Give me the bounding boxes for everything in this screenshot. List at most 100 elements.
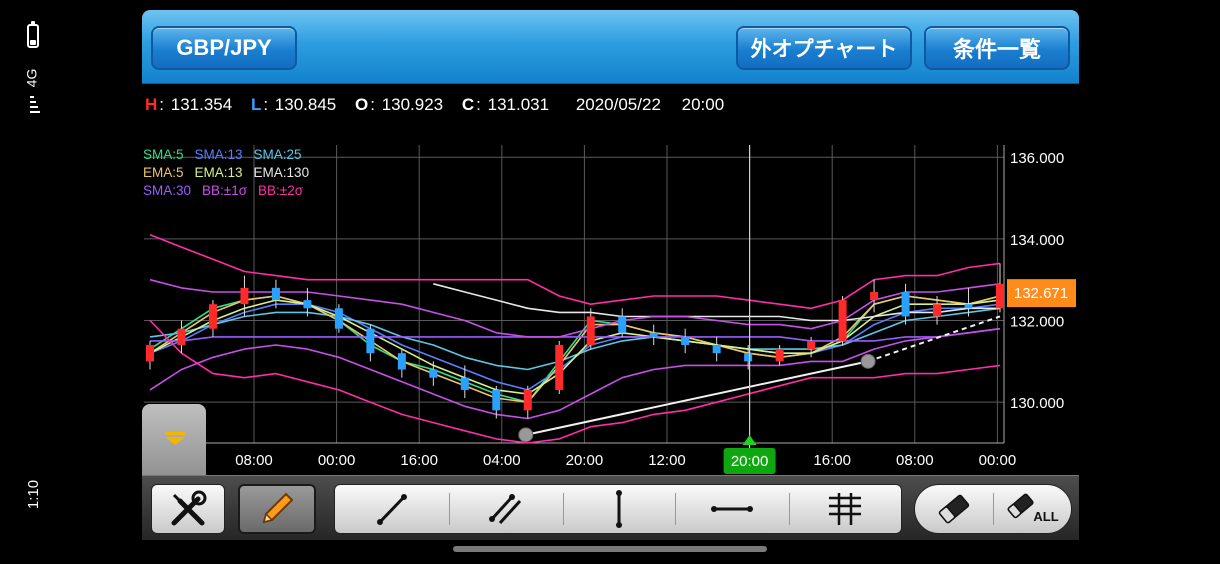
candle-body [240, 287, 249, 305]
fibonacci-icon [829, 493, 861, 525]
y-tick-label: 136.000 [1010, 150, 1064, 167]
candle-body [208, 304, 217, 329]
bar-date: 2020/05/22 [575, 95, 661, 114]
candle-body [271, 287, 280, 301]
y-tick-label: 134.000 [1010, 232, 1064, 249]
pencil-icon [262, 492, 294, 524]
tools-button[interactable] [151, 484, 225, 534]
x-tick-label: 08:00 [235, 452, 273, 469]
horizontal-line-button[interactable] [675, 485, 789, 533]
low-value: 130.845 [274, 95, 337, 114]
candle-body [523, 389, 532, 411]
conditions-list-button[interactable]: 条件一覧 [924, 26, 1070, 70]
drawer-toggle[interactable] [142, 404, 206, 480]
candle-body [492, 389, 501, 411]
close-value: 131.031 [487, 95, 550, 114]
eraser-button[interactable] [915, 485, 993, 533]
external-option-chart-button[interactable]: 外オプチャート [736, 26, 912, 70]
open-value: 130.923 [381, 95, 444, 114]
candle-body [146, 345, 154, 362]
candle-body [429, 369, 438, 378]
candle-body [303, 300, 312, 309]
x-tick-label: 16:00 [813, 452, 851, 469]
candle-body [744, 353, 753, 362]
erase-all-button[interactable]: ALL [994, 485, 1072, 533]
high-value: 131.354 [170, 95, 233, 114]
chevron-down-icon [165, 432, 185, 445]
vertical-line-icon [616, 490, 622, 528]
pencil-button[interactable] [238, 484, 316, 534]
erase-all-label: ALL [1033, 508, 1059, 524]
open-key: O [354, 95, 369, 114]
x-tick-label: 00:00 [979, 452, 1017, 469]
x-tick-label: 00:00 [318, 452, 356, 469]
y-tick-label: 130.000 [1010, 395, 1064, 412]
candle-body [177, 328, 186, 346]
candle-body [933, 304, 942, 317]
x-tick-label: 12:00 [648, 452, 686, 469]
x-tick-label: 04:00 [483, 452, 521, 469]
vertical-line-button[interactable] [563, 485, 675, 533]
legend-item: EMA:13 [194, 165, 243, 180]
candle-body [712, 345, 721, 354]
clock: 1:10 [25, 479, 43, 510]
candle-body [775, 349, 784, 362]
crosshair-marker [742, 435, 757, 445]
fibonacci-button[interactable] [789, 485, 901, 533]
candle-body [681, 336, 690, 346]
candle-body [366, 328, 375, 354]
y-tick-label: 132.000 [1010, 314, 1064, 331]
candle-body [586, 316, 595, 346]
legend-item: SMA:5 [143, 147, 184, 162]
close-key: C [461, 95, 475, 114]
channel-button[interactable] [449, 485, 563, 533]
crosshair-label: 20:00 [731, 453, 769, 470]
eraser-group: ALL [914, 484, 1072, 534]
drawn-trendline [525, 360, 869, 436]
series-line [150, 327, 1001, 342]
bar-time: 20:00 [681, 95, 725, 114]
current-price-label: 132.671 [1014, 285, 1068, 302]
eraser-icon [938, 494, 970, 524]
candle-body [964, 304, 973, 309]
candle-body [901, 291, 910, 317]
battery-icon [27, 21, 39, 48]
legend-item: EMA:130 [253, 165, 310, 180]
trendline-handle [860, 353, 876, 369]
parallel-lines-icon [489, 494, 522, 525]
horizontal-line-icon [711, 506, 753, 512]
candle-body [807, 340, 816, 350]
candle-body [618, 316, 627, 333]
candle-body [397, 353, 406, 370]
low-key: L [250, 95, 262, 114]
candle-body [334, 308, 343, 329]
legend-item: SMA:13 [194, 147, 243, 162]
line-tools-group [334, 484, 902, 534]
x-tick-label: 20:00 [566, 452, 604, 469]
drawing-toolbar: ALL [142, 475, 1079, 540]
trendline-handle [518, 427, 534, 443]
header-bar: GBP/JPY 外オプチャート 条件一覧 [142, 10, 1079, 84]
high-key: H [145, 95, 158, 114]
symbol-button[interactable]: GBP/JPY [151, 26, 297, 70]
status-bar: 4G 1:10 [0, 0, 70, 564]
trendline-button[interactable] [335, 485, 449, 533]
legend-item: BB:±1σ [202, 183, 248, 198]
ohlc-info: H: 131.354 L: 130.845 O: 130.923 C: 131.… [145, 95, 725, 114]
candle-body [649, 332, 658, 337]
candle-body [870, 291, 879, 301]
wrench-screwdriver-icon [171, 490, 207, 526]
candle-body [996, 283, 1004, 309]
x-tick-label: 08:00 [896, 452, 934, 469]
legend-item: SMA:30 [143, 183, 192, 198]
home-indicator [453, 546, 767, 552]
legend-item: BB:±2σ [258, 183, 304, 198]
legend-item: EMA:5 [143, 165, 184, 180]
candle-body [838, 300, 847, 341]
candle-body [460, 377, 469, 390]
x-tick-label: 16:00 [400, 452, 438, 469]
signal-icon [30, 96, 42, 118]
legend-row: EMA:5 EMA:13 EMA:130 [143, 164, 320, 182]
legend-item: SMA:25 [253, 147, 302, 162]
network-type: 4G [23, 68, 40, 88]
